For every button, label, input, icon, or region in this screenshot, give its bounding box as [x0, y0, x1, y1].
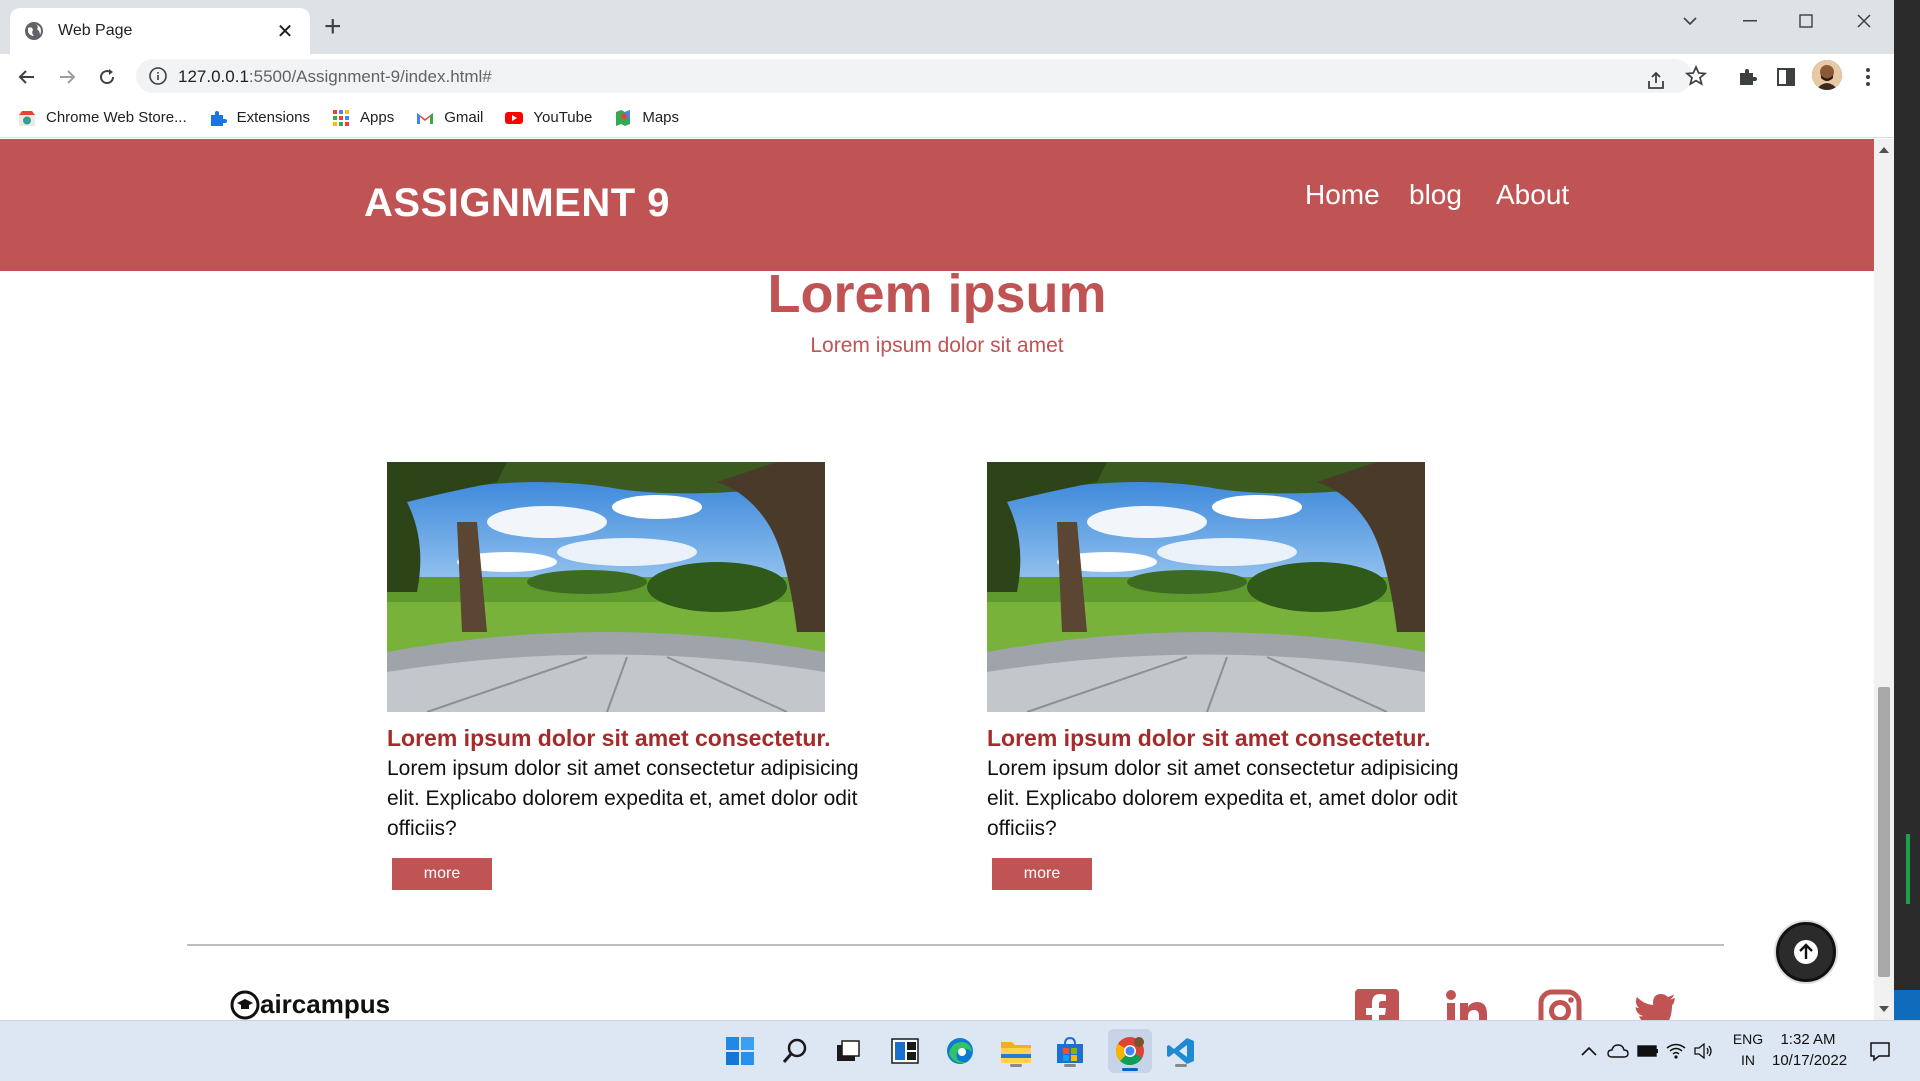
- back-to-top-button[interactable]: [1776, 922, 1836, 982]
- scroll-up-arrow-icon[interactable]: [1879, 147, 1889, 153]
- site-info-icon[interactable]: [148, 66, 168, 86]
- card-title: Lorem ipsum dolor sit amet consectetur.: [387, 725, 831, 751]
- bookmark-apps[interactable]: Apps: [332, 109, 394, 127]
- input-language-indicator[interactable]: ENG IN: [1730, 1029, 1766, 1071]
- chevron-up-icon[interactable]: [1578, 1033, 1600, 1069]
- chrome-web-store-icon: [19, 110, 35, 126]
- file-explorer-icon[interactable]: [998, 1033, 1034, 1069]
- maps-icon: [616, 109, 631, 126]
- park-landscape-image: [387, 462, 825, 712]
- back-arrow-icon[interactable]: [12, 62, 42, 92]
- extensions-puzzle-icon[interactable]: [1736, 65, 1760, 89]
- scrollbar-thumb[interactable]: [1878, 687, 1890, 977]
- footer-divider: [187, 944, 1724, 946]
- tab-close-icon[interactable]: ✕: [274, 19, 296, 44]
- task-view-icon[interactable]: [830, 1033, 866, 1069]
- scroll-down-arrow-icon[interactable]: [1879, 1006, 1889, 1012]
- card-title: Lorem ipsum dolor sit amet consectetur.: [987, 725, 1431, 751]
- globe-icon: [25, 22, 43, 40]
- new-tab-button[interactable]: +: [324, 12, 342, 42]
- page-viewport: ASSIGNMENT 9 Home blog About Lorem ipsum…: [0, 139, 1874, 1020]
- nav-link-about[interactable]: About: [1496, 179, 1569, 211]
- instagram-icon[interactable]: [1538, 989, 1582, 1020]
- bookmarks-bar: Chrome Web Store... Extensions Apps Gmai…: [0, 98, 1894, 138]
- tab-title: Web Page: [58, 22, 133, 39]
- facebook-icon[interactable]: [1355, 989, 1399, 1020]
- edge-browser-icon[interactable]: [942, 1033, 978, 1069]
- browser-tab[interactable]: Web Page ✕: [10, 8, 310, 54]
- search-icon[interactable]: [777, 1033, 813, 1069]
- nav-link-home[interactable]: Home: [1305, 179, 1380, 211]
- maximize-button[interactable]: [1784, 6, 1828, 36]
- arrow-up-icon: [1794, 940, 1818, 964]
- volume-icon[interactable]: [1692, 1033, 1716, 1069]
- gmail-icon: [417, 112, 434, 124]
- minimize-button[interactable]: [1728, 6, 1772, 36]
- browser-toolbar: 127.0.0.1:5500/Assignment-9/index.html#: [0, 54, 1894, 98]
- side-panel-icon[interactable]: [1774, 65, 1798, 89]
- windows-start-icon[interactable]: [722, 1033, 758, 1069]
- taskbar-clock[interactable]: 1:32 AM 10/17/2022: [1772, 1029, 1847, 1071]
- page-scrollbar[interactable]: [1874, 139, 1894, 1020]
- chrome-taskbar-icon[interactable]: [1108, 1029, 1152, 1073]
- browser-tabstrip: Web Page ✕ +: [0, 0, 1894, 54]
- card-text: Lorem ipsum dolor sit amet consectetur a…: [387, 757, 859, 840]
- graduation-cap-icon: [230, 990, 260, 1019]
- more-button[interactable]: more: [992, 858, 1092, 890]
- site-brand[interactable]: ASSIGNMENT 9: [364, 181, 670, 226]
- blog-card: Lorem ipsum dolor sit amet consectetur. …: [387, 462, 867, 890]
- wifi-icon[interactable]: [1664, 1033, 1688, 1069]
- twitter-icon[interactable]: [1633, 989, 1677, 1020]
- nav-link-blog[interactable]: blog: [1409, 179, 1462, 211]
- url-text: 127.0.0.1:5500/Assignment-9/index.html#: [178, 67, 492, 86]
- hero-subtitle: Lorem ipsum dolor sit amet: [810, 334, 1064, 357]
- hero-title: Lorem ipsum: [767, 264, 1107, 324]
- widgets-icon[interactable]: [887, 1033, 923, 1069]
- vscode-icon[interactable]: [1163, 1033, 1199, 1069]
- tab-search-icon[interactable]: [1668, 6, 1712, 36]
- forward-arrow-icon[interactable]: [52, 62, 82, 92]
- notification-icon[interactable]: [1862, 1033, 1898, 1069]
- battery-icon[interactable]: [1636, 1033, 1660, 1069]
- share-icon[interactable]: [1644, 69, 1668, 93]
- bookmark-youtube[interactable]: YouTube: [505, 109, 592, 127]
- more-button[interactable]: more: [392, 858, 492, 890]
- bookmark-extensions[interactable]: Extensions: [209, 109, 310, 127]
- close-window-button[interactable]: [1842, 6, 1886, 36]
- profile-avatar[interactable]: [1812, 60, 1842, 90]
- puzzle-icon: [210, 110, 227, 126]
- card-text: Lorem ipsum dolor sit amet consectetur a…: [987, 757, 1459, 840]
- bookmark-chrome-web-store[interactable]: Chrome Web Store...: [18, 109, 187, 127]
- linkedin-icon[interactable]: [1445, 989, 1489, 1020]
- site-header: ASSIGNMENT 9 Home blog About: [0, 139, 1874, 271]
- background-window-edge: [1894, 0, 1920, 1020]
- apps-grid-icon: [333, 109, 349, 126]
- bookmark-maps[interactable]: Maps: [614, 109, 679, 127]
- onedrive-cloud-icon[interactable]: [1606, 1033, 1630, 1069]
- microsoft-store-icon[interactable]: [1052, 1033, 1088, 1069]
- blog-card: Lorem ipsum dolor sit amet consectetur. …: [987, 462, 1467, 890]
- youtube-icon: [505, 111, 524, 124]
- footer-logo[interactable]: aircampus: [230, 989, 390, 1020]
- reload-icon[interactable]: [92, 62, 122, 92]
- windows-taskbar: ENG IN 1:32 AM 10/17/2022: [0, 1020, 1920, 1081]
- kebab-menu-icon[interactable]: [1856, 65, 1880, 89]
- park-landscape-image: [987, 462, 1425, 712]
- address-bar[interactable]: 127.0.0.1:5500/Assignment-9/index.html#: [136, 59, 1692, 93]
- bookmark-gmail[interactable]: Gmail: [416, 109, 483, 127]
- star-bookmark-icon[interactable]: [1684, 64, 1708, 88]
